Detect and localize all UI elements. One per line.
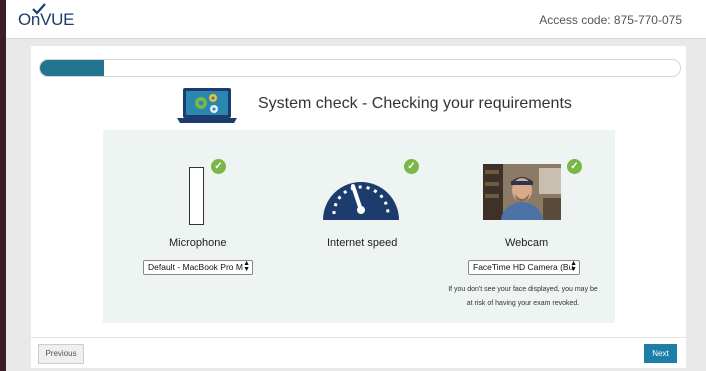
checks-panel: ✓ Microphone Default - MacBook Pro M ▲ ▼ … (103, 130, 615, 323)
webcam-select[interactable]: FaceTime HD Camera (Bu ▲ ▼ (468, 260, 580, 275)
progress-bar (39, 59, 681, 77)
speedometer-icon (323, 182, 399, 220)
logo-text: OnVUE (18, 10, 75, 29)
microphone-select-value: Default - MacBook Pro M (148, 262, 243, 272)
microphone-level-meter (189, 167, 204, 225)
internet-speed-check: ✓ Internet speed (283, 130, 453, 323)
access-code: Access code: 875-770-075 (539, 13, 682, 27)
internet-speed-label: Internet speed (327, 237, 398, 249)
next-button[interactable]: Next (644, 344, 677, 363)
webcam-warning-line1: If you don't see your face displayed, yo… (448, 286, 598, 293)
onvue-logo: OnVUE (18, 3, 75, 30)
check-icon: ✓ (211, 159, 226, 174)
previous-button[interactable]: Previous (38, 344, 84, 364)
check-icon: ✓ (567, 159, 582, 174)
progress-fill (40, 60, 104, 76)
system-check-card: System check - Checking your requirement… (31, 46, 686, 368)
microphone-select[interactable]: Default - MacBook Pro M ▲ ▼ (143, 260, 253, 275)
webcam-warning-line2: at risk of having your exam revoked. (466, 300, 580, 307)
page-title: System check - Checking your requirement… (258, 95, 572, 112)
check-icon: ✓ (404, 159, 419, 174)
microphone-label: Microphone (169, 237, 227, 249)
footer-bar: Previous Next (31, 337, 686, 369)
select-arrows-icon: ▲ ▼ (570, 260, 577, 273)
logo-check-icon (32, 3, 46, 15)
webcam-warning: If you don't see your face displayed, yo… (438, 283, 608, 311)
webcam-preview (483, 164, 561, 220)
app-window: OnVUE Access code: 875-770-075 System ch… (6, 0, 706, 371)
webcam-video-feed (483, 164, 561, 220)
laptop-gears-icon (177, 88, 237, 123)
microphone-check: ✓ Microphone Default - MacBook Pro M ▲ ▼ (103, 130, 283, 323)
webcam-check: ✓ Webcam FaceTime HD Camera (Bu ▲ ▼ If yo… (448, 130, 615, 323)
webcam-label: Webcam (505, 237, 549, 249)
webcam-select-value: FaceTime HD Camera (Bu (473, 262, 574, 272)
select-arrows-icon: ▲ ▼ (243, 260, 250, 273)
top-bar: OnVUE Access code: 875-770-075 (6, 0, 706, 39)
